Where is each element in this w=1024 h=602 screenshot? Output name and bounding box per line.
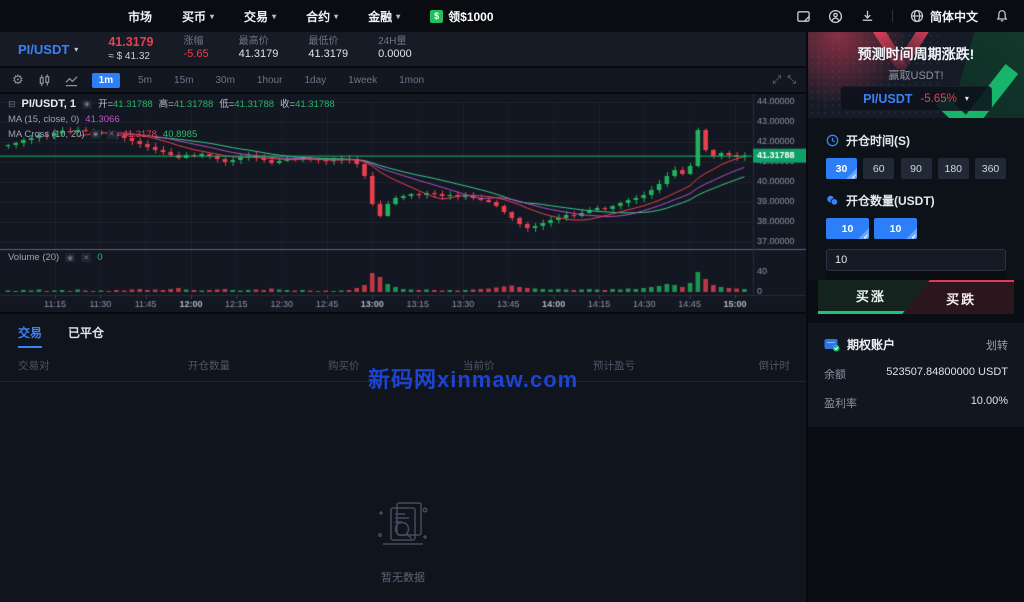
profit-rate-row: 盈利率 10.00% [824,395,1008,410]
visibility-icon[interactable] [81,100,92,109]
chevron-down-icon: ▾ [272,11,277,21]
no-data-icon [378,502,428,545]
nav-right: 简体中文 [796,8,1010,25]
amount-input[interactable] [826,249,1006,271]
candle-style-icon[interactable] [38,73,51,87]
nav-item-finance[interactable]: 金融 ▾ [368,8,400,25]
stat-change: 涨幅 -5.65 [183,35,209,61]
stat-high: 最高价 41.3179 [238,35,279,61]
timeframe-1day[interactable]: 1day [301,73,331,88]
open-time-label: 开仓时间(S) [826,132,1006,149]
amount-option-1[interactable]: 10 [826,218,869,239]
bell-icon[interactable] [994,8,1010,24]
app-window: 市场 买币▾ 交易▾ 合约▾ 金融▾ 领$1000 [0,0,1024,602]
promo-banner: 预测时间周期涨跌! 赢取USDT! PI/USDT -5.65% ▾ [808,32,1024,118]
trade-sidebar: 预测时间周期涨跌! 赢取USDT! PI/USDT -5.65% ▾ 开仓时间(… [808,32,1024,602]
open-time-options: 30 60 90 180 360 [826,158,1006,179]
visibility-icon[interactable] [65,253,76,262]
stat-low: 最低价 41.3179 [308,35,349,61]
time-option-60[interactable]: 60 [863,158,895,179]
chart-toolbar: ⚙ 1m 5m 15m 30m 1hour 1day 1week 1mon ⤢ … [0,68,806,92]
order-controls: 开仓时间(S) 30 60 90 180 360 开仓数量(USDT) 10 1… [808,118,1024,280]
visibility-icon[interactable] [90,130,101,139]
sidebar-spacer [808,427,1024,602]
chevron-down-icon: ▾ [210,11,215,21]
time-option-360[interactable]: 360 [975,158,1006,179]
bonus-badge[interactable]: 领$1000 [430,8,494,25]
orders-icon[interactable] [796,8,812,24]
account-icon[interactable] [828,8,844,24]
chevron-down-icon: ▾ [334,11,339,21]
nav-item-trade[interactable]: 交易 ▾ [244,8,276,25]
table-header: 交易对 开仓数量 购买价 当前价 预计盈亏 倒计时 [18,360,790,372]
nav-item-contract[interactable]: 合约 ▾ [306,8,338,25]
timeframe-1week[interactable]: 1week [344,73,381,88]
divider [891,10,893,22]
volume-legend: Volume (20) 0 [8,252,103,263]
chevron-down-icon: ▾ [396,11,401,21]
top-nav: 市场 买币▾ 交易▾ 合约▾ 金融▾ 领$1000 [0,0,1024,32]
amount-option-2[interactable]: 10 [874,218,917,239]
money-icon [430,9,444,23]
transfer-link[interactable]: 划转 [986,337,1008,353]
time-option-180[interactable]: 180 [937,158,969,179]
nav-menu: 市场 买币▾ 交易▾ 合约▾ 金融▾ 领$1000 [128,8,494,25]
coins-icon [827,195,839,206]
chart-legend: ⊟ PI/USDT, 1 开=41.31788 高=41.31788 低=41.… [8,97,335,142]
positions-panel: 交易 已平仓 交易对 开仓数量 购买价 当前价 预计盈亏 倒计时 暂无数据 [0,314,806,602]
chevron-down-icon: ▾ [964,94,969,103]
timeframe-1mon[interactable]: 1mon [395,73,428,88]
nav-item-buy-coin[interactable]: 买币 ▾ [182,8,214,25]
timeframe-15m[interactable]: 15m [170,73,197,88]
chevron-down-icon: ▾ [74,44,79,54]
remove-indicator-icon[interactable] [81,253,92,262]
timeframe-30m[interactable]: 30m [211,73,238,88]
empty-state: 暂无数据 [0,382,806,602]
indicators-icon[interactable] [65,74,78,87]
tab-closed[interactable]: 已平仓 [68,324,104,348]
download-icon[interactable] [860,8,876,24]
amount-options: 10 10 [826,218,1006,239]
language-selector[interactable]: 简体中文 [909,8,978,25]
collapse-icon[interactable]: ⤡ [787,74,796,87]
pair-dropdown[interactable]: PI/USDT -5.65% ▾ [840,86,992,111]
timeframe-5m[interactable]: 5m [134,73,156,88]
time-option-90[interactable]: 90 [900,158,932,179]
ticker-bar: PI/USDT ▾ 41.3179 ≈ $ 41.32 涨幅 -5.65 最高价… [0,32,806,66]
remove-indicator-icon[interactable] [106,130,117,139]
last-price: 41.3179 ≈ $ 41.32 [108,34,154,62]
expand-icon[interactable]: ⤢ [772,74,781,87]
positions-tabs: 交易 已平仓 [0,324,806,348]
time-option-30[interactable]: 30 [826,158,857,179]
nav-item-market[interactable]: 市场 [128,8,152,25]
stat-volume: 24H量 0.0000 [378,35,412,61]
open-amount-label: 开仓数量(USDT) [826,192,1006,209]
balance-row: 余额 523507.84800000 USDT [824,366,1008,381]
pair-selector[interactable]: PI/USDT ▾ [18,42,78,57]
clock-icon [826,134,839,147]
globe-icon [909,8,925,24]
order-buttons: 买涨 买跌 [818,280,1014,314]
account-panel: 期权账户 划转 余额 523507.84800000 USDT 盈利率 10.0… [808,323,1024,427]
timeframe-1hour[interactable]: 1hour [253,73,287,88]
chart-area: ⊟ PI/USDT, 1 开=41.31788 高=41.31788 低=41.… [0,94,806,392]
tab-trading[interactable]: 交易 [18,324,43,348]
gear-icon[interactable]: ⚙ [12,72,24,88]
collapse-legend-icon[interactable]: ⊟ [8,97,16,112]
divider [826,271,1006,280]
wallet-icon [824,338,840,351]
timeframe-1m[interactable]: 1m [91,72,121,88]
